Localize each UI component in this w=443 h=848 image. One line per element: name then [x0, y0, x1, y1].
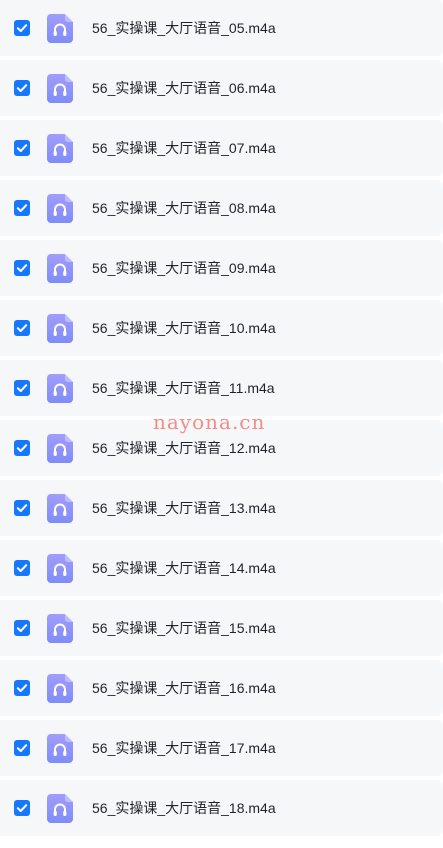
file-row[interactable]: 56_实操课_大厅语音_18.m4a — [0, 780, 443, 836]
audio-file-icon — [47, 614, 73, 643]
file-checkbox[interactable] — [14, 620, 30, 636]
check-icon — [16, 384, 28, 392]
file-name: 56_实操课_大厅语音_12.m4a — [92, 440, 276, 456]
file-checkbox[interactable] — [14, 560, 30, 576]
audio-file-icon — [47, 494, 73, 523]
audio-file-icon — [47, 434, 73, 463]
file-checkbox[interactable] — [14, 140, 30, 156]
check-icon — [16, 804, 28, 812]
check-icon — [16, 684, 28, 692]
audio-file-icon — [47, 74, 73, 103]
file-checkbox[interactable] — [14, 440, 30, 456]
file-checkbox[interactable] — [14, 260, 30, 276]
audio-file-icon — [47, 554, 73, 583]
file-checkbox[interactable] — [14, 500, 30, 516]
audio-file-icon — [47, 254, 73, 283]
audio-file-icon — [47, 374, 73, 403]
file-checkbox[interactable] — [14, 800, 30, 816]
file-row[interactable]: 56_实操课_大厅语音_08.m4a — [0, 180, 443, 236]
file-name: 56_实操课_大厅语音_10.m4a — [92, 320, 276, 336]
file-name: 56_实操课_大厅语音_18.m4a — [92, 800, 276, 816]
file-row[interactable]: 56_实操课_大厅语音_11.m4a — [0, 360, 443, 416]
watermark-text: nayona.cn — [153, 410, 266, 434]
file-name: 56_实操课_大厅语音_11.m4a — [92, 380, 275, 396]
file-checkbox[interactable] — [14, 320, 30, 336]
file-name: 56_实操课_大厅语音_06.m4a — [92, 80, 276, 96]
check-icon — [16, 264, 28, 272]
check-icon — [16, 444, 28, 452]
file-checkbox[interactable] — [14, 680, 30, 696]
file-row[interactable]: 56_实操课_大厅语音_10.m4a — [0, 300, 443, 356]
file-name: 56_实操课_大厅语音_09.m4a — [92, 260, 276, 276]
file-name: 56_实操课_大厅语音_16.m4a — [92, 680, 276, 696]
file-row[interactable]: 56_实操课_大厅语音_06.m4a — [0, 60, 443, 116]
file-name: 56_实操课_大厅语音_05.m4a — [92, 20, 276, 36]
check-icon — [16, 744, 28, 752]
check-icon — [16, 324, 28, 332]
file-name: 56_实操课_大厅语音_15.m4a — [92, 620, 276, 636]
audio-file-icon — [47, 14, 73, 43]
file-row[interactable]: 56_实操课_大厅语音_16.m4a — [0, 660, 443, 716]
file-checkbox[interactable] — [14, 740, 30, 756]
file-row[interactable]: 56_实操课_大厅语音_09.m4a — [0, 240, 443, 296]
file-name: 56_实操课_大厅语音_13.m4a — [92, 500, 276, 516]
file-row[interactable]: 56_实操课_大厅语音_15.m4a — [0, 600, 443, 656]
check-icon — [16, 204, 28, 212]
audio-file-icon — [47, 734, 73, 763]
check-icon — [16, 84, 28, 92]
file-name: 56_实操课_大厅语音_08.m4a — [92, 200, 276, 216]
audio-file-icon — [47, 674, 73, 703]
audio-file-icon — [47, 314, 73, 343]
file-row[interactable]: 56_实操课_大厅语音_07.m4a — [0, 120, 443, 176]
file-row[interactable]: 56_实操课_大厅语音_13.m4a — [0, 480, 443, 536]
check-icon — [16, 624, 28, 632]
check-icon — [16, 144, 28, 152]
file-name: 56_实操课_大厅语音_17.m4a — [92, 740, 276, 756]
file-row[interactable]: 56_实操课_大厅语音_17.m4a — [0, 720, 443, 776]
file-row[interactable]: 56_实操课_大厅语音_14.m4a — [0, 540, 443, 596]
file-row[interactable]: 56_实操课_大厅语音_05.m4a — [0, 0, 443, 56]
file-checkbox[interactable] — [14, 380, 30, 396]
file-name: 56_实操课_大厅语音_14.m4a — [92, 560, 276, 576]
file-name: 56_实操课_大厅语音_07.m4a — [92, 140, 276, 156]
file-checkbox[interactable] — [14, 200, 30, 216]
audio-file-icon — [47, 194, 73, 223]
check-icon — [16, 564, 28, 572]
file-checkbox[interactable] — [14, 80, 30, 96]
file-checkbox[interactable] — [14, 20, 30, 36]
check-icon — [16, 24, 28, 32]
audio-file-icon — [47, 794, 73, 823]
audio-file-icon — [47, 134, 73, 163]
check-icon — [16, 504, 28, 512]
